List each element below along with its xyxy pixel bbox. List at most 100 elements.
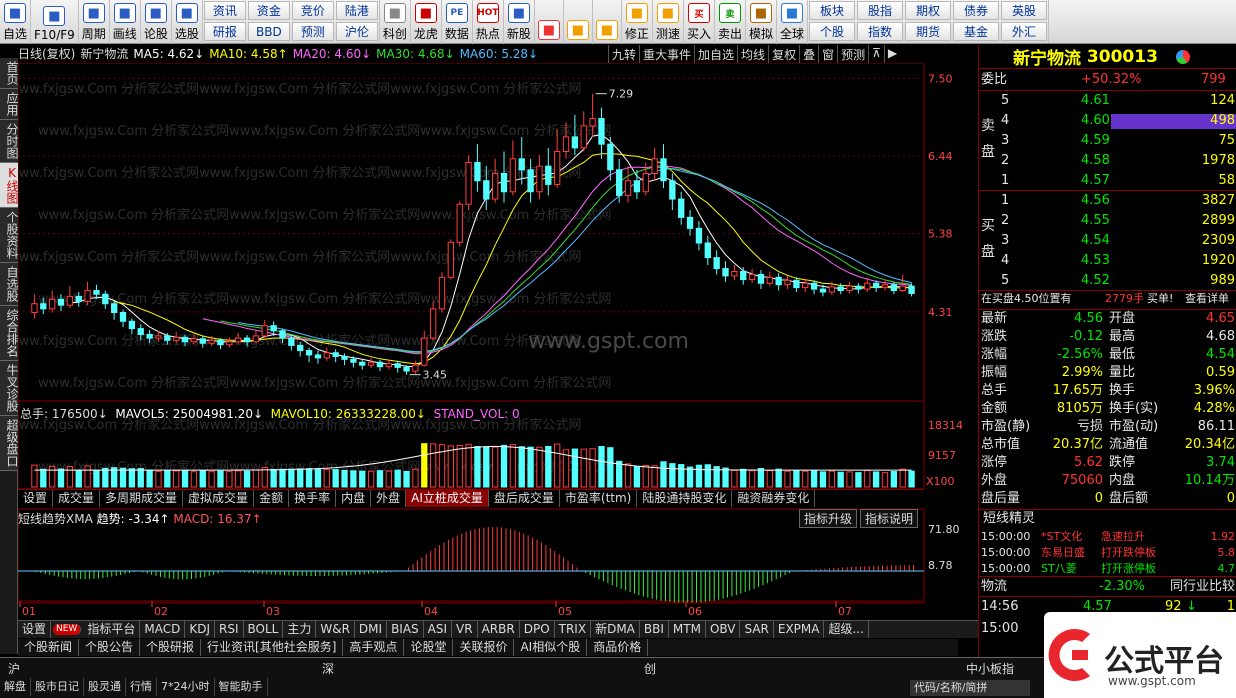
toolbar-buy-button[interactable]: 买买入 [684,0,715,44]
chart-tool-button[interactable]: ▶ [883,45,900,63]
volume-tab[interactable]: 盘后成交量 [489,490,560,507]
toolbar-grid2-button[interactable]: 股指 [857,1,904,20]
status-button[interactable]: 股市日记 [31,678,84,696]
toolbar-grid-button[interactable]: 资金 [247,1,290,20]
indicator-tab[interactable]: TRIX [555,621,592,638]
status-button[interactable]: 股灵通 [84,678,126,696]
toolbar-grid-button[interactable]: 资讯 [203,1,246,20]
indicator-tab[interactable]: SAR [740,621,774,638]
indicator-tab[interactable]: DMI [355,621,388,638]
indicator-tab[interactable]: KDJ [185,621,215,638]
chart-tool-button[interactable]: 重大事件 [639,45,694,63]
info-tab[interactable]: 商品价格 [587,639,649,656]
toolbar-grid2-button[interactable]: 基金 [953,22,1000,41]
indicator-tab[interactable]: W&R [316,621,355,638]
volume-tab[interactable]: 金额 [254,490,290,507]
toolbar-star-button[interactable]: ■ 自选 [0,0,32,44]
toolbar-windows-button[interactable]: ■ [535,0,564,44]
toolbar-discuss-button[interactable]: ■ 论股 [141,0,172,44]
chart-tool-button[interactable]: ⊼ [868,45,884,63]
left-tab[interactable]: 综合排名 [0,306,19,361]
indicator-tab[interactable]: ASI [424,621,453,638]
info-tab[interactable]: AI相似个股 [514,639,588,656]
chart-tool-button[interactable]: 窗 [818,45,837,63]
indicator-tab[interactable]: BBI [640,621,669,638]
volume-tab[interactable]: 外盘 [371,490,407,507]
indicator-tab[interactable]: 指标平台 [83,621,141,638]
status-button[interactable]: 解盘 [0,678,31,696]
indicator-tab[interactable]: 新DMA [591,621,640,638]
info-tab[interactable]: 行业资讯[其他社会服务] [201,639,344,656]
chart-tool-button[interactable]: 预测 [837,45,868,63]
chart-tool-button[interactable]: 叠 [799,45,818,63]
toolbar-hot-button[interactable]: HOT 热点 [473,0,504,44]
indicator-tab[interactable]: 主力 [283,621,317,638]
info-tab[interactable]: 关联报价 [453,639,515,656]
volume-tab[interactable]: AI立桩成交量 [406,490,489,507]
status-button[interactable]: 智能助手 [215,678,268,696]
left-tab[interactable]: K线图 [0,163,19,208]
indicator-tab[interactable]: OBV [706,621,741,638]
toolbar-back-arrow-button[interactable]: ■ [564,0,593,44]
volume-tab[interactable]: 虚拟成交量 [183,490,255,507]
chart-tool-button[interactable]: 均线 [737,45,768,63]
info-tab[interactable]: 个股公告 [79,639,141,656]
info-tab[interactable]: 高手观点 [343,639,405,656]
indicator-tab[interactable]: BOLL [244,621,284,638]
indicator-tab[interactable]: BIAS [387,621,424,638]
market-index-label[interactable]: 中小板指 [962,660,1018,678]
toolbar-document-button[interactable]: ■ F10/F9 [31,0,79,44]
volume-tab[interactable]: 换手率 [289,490,337,507]
indicator-tab[interactable]: 超级... [824,621,869,638]
toolbar-grid-button[interactable]: 沪伦 [335,22,378,41]
chart-tool-button[interactable]: 九转 [608,45,639,63]
left-tab[interactable]: 自选股 [0,263,19,306]
left-tab[interactable]: 牛叉诊股 [0,361,19,416]
code-search-input[interactable]: 代码/名称/简拼 [910,680,1030,696]
toolbar-grid-button[interactable]: 预测 [291,22,334,41]
indicator-tab[interactable]: DPO [520,621,555,638]
detail-link[interactable]: 查看详单 [1185,290,1229,308]
volume-tab[interactable]: 市盈率(ttm) [560,490,638,507]
left-tab[interactable]: 首页 [0,58,19,89]
indicator-tab[interactable]: VR [452,621,478,638]
toolbar-dragon-button[interactable]: ■ 龙虎 [411,0,442,44]
info-tab[interactable]: 个股新闻 [18,639,80,656]
indicator-tab[interactable]: ARBR [478,621,520,638]
left-tab[interactable]: 个股资料 [0,208,19,263]
toolbar-clock-button[interactable]: ■ 周期 [79,0,110,44]
indicator-tab[interactable]: RSI [215,621,244,638]
indicator-tab[interactable]: EXPMA [774,621,825,638]
market-index-label[interactable]: 沪 [4,660,24,678]
left-tab[interactable]: 分时图 [0,120,19,163]
toolbar-grid-button[interactable]: BBD [247,22,290,41]
indicator-tab[interactable]: MACD [140,621,186,638]
info-tab[interactable]: 论股堂 [404,639,454,656]
volume-tab[interactable]: 融资融券变化 [732,490,816,507]
sector-compare-link[interactable]: 同行业比较 [1170,578,1235,596]
status-button[interactable]: 7*24小时 [157,678,215,696]
indicator-tab[interactable]: MTM [669,621,706,638]
toolbar-hammer-button[interactable]: ■ 模拟 [746,0,777,44]
info-tab[interactable]: 个股研报 [140,639,202,656]
pie-icon[interactable] [1175,49,1190,64]
toolbar-sell-button[interactable]: 卖卖出 [715,0,746,44]
toolbar-smile-button[interactable]: ■ 修正 [622,0,653,44]
volume-tab[interactable]: 成交量 [53,490,101,507]
toolbar-chart-button[interactable]: ■ 科创 [380,0,411,44]
indicator-settings-button[interactable]: 设置 [18,621,52,638]
toolbar-grid2-button[interactable]: 板块 [809,1,856,20]
toolbar-grid2-button[interactable]: 债券 [953,1,1000,20]
toolbar-grid2-button[interactable]: 外汇 [1001,22,1048,41]
toolbar-grid2-button[interactable]: 期货 [905,22,952,41]
toolbar-new-stock-button[interactable]: ■ 新股 [504,0,535,44]
left-tab[interactable]: 应用 [0,89,19,120]
toolbar-grid-button[interactable]: 研报 [203,22,246,41]
toolbar-grid2-button[interactable]: 指数 [857,22,904,41]
volume-tab[interactable]: 内盘 [336,490,372,507]
chart-tool-button[interactable]: 复权 [768,45,799,63]
left-tab[interactable]: 超级盘口 [0,416,19,471]
volume-tab[interactable]: 设置 [18,490,54,507]
chart-canvas[interactable]: 7.50 6.44 5.38 4.31 www.fxjgsw.Com 分析家公式网www… [18,63,978,620]
toolbar-magnifier-button[interactable]: ■ 选股 [172,0,203,44]
